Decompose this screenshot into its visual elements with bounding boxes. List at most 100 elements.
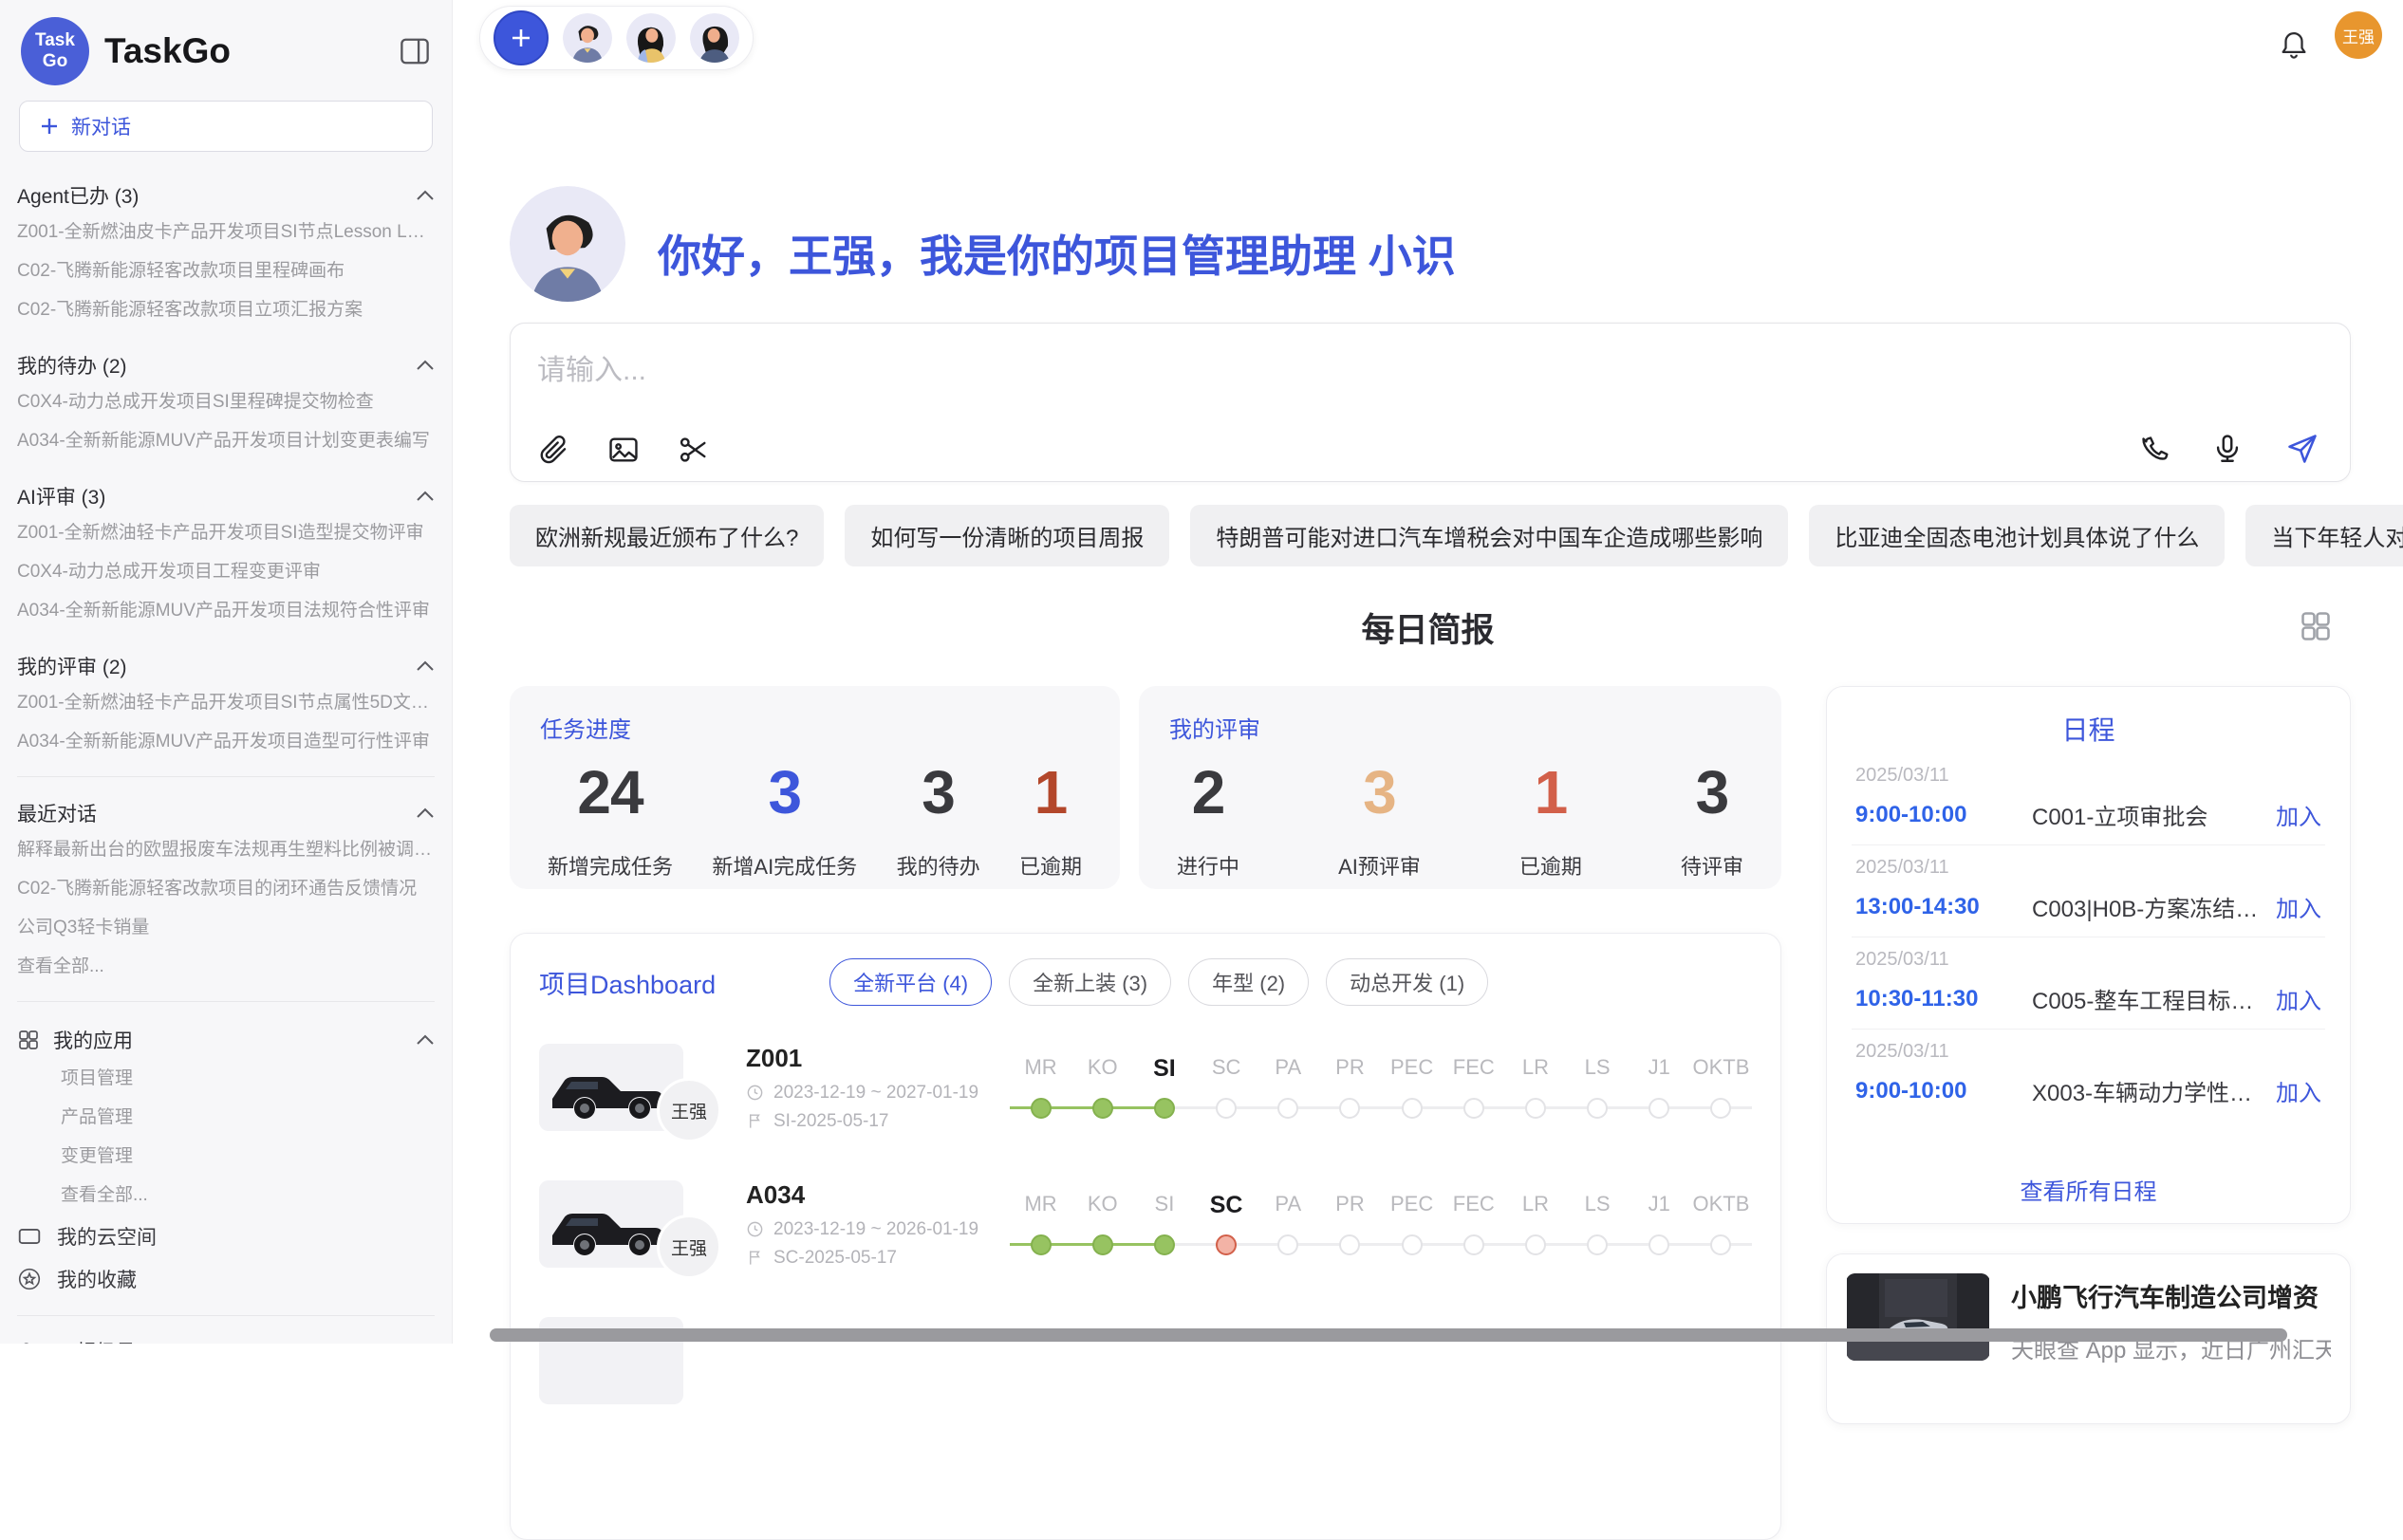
plus-icon — [39, 116, 60, 137]
app-title: TaskGo — [104, 31, 383, 71]
divider — [17, 1001, 435, 1002]
sidebar-item[interactable]: C0X4-动力总成开发项目SI里程碑提交物检查 — [17, 382, 435, 421]
ai-super-staff-label: AI超级员工 — [57, 1337, 156, 1345]
stat-label: 待评审 — [1681, 850, 1743, 881]
view-all-schedule-link[interactable]: 查看所有日程 — [1852, 1163, 2325, 1212]
schedule-row: 13:00-14:30C003|H0B-方案冻结评审加入 — [1855, 890, 2321, 923]
sidebar-section-header-recent[interactable]: 最近对话 — [17, 796, 435, 830]
view-all-apps-link[interactable]: 查看全部... — [17, 1176, 435, 1215]
dashboard-filters: 全新平台 (4) 全新上装 (3) 年型 (2) 动总开发 (1) — [829, 958, 1488, 1006]
suggestion-chip[interactable]: 欧洲新规最近颁布了什么? — [510, 505, 824, 566]
sidebar-item[interactable]: C02-飞腾新能源轻客改款项目里程碑画布 — [17, 251, 435, 290]
milestone-dot — [1649, 1098, 1669, 1119]
attachment-icon[interactable] — [537, 434, 569, 466]
agent-avatar-1[interactable] — [563, 13, 612, 63]
horizontal-scrollbar[interactable] — [490, 1328, 2287, 1342]
sidebar-section-label: Agent已办 (3) — [17, 181, 139, 210]
sidebar-item-favorites[interactable]: 我的收藏 — [17, 1257, 435, 1300]
chevron-up-icon[interactable] — [416, 1034, 435, 1046]
chevron-up-icon[interactable] — [416, 491, 435, 502]
milestone-dot-column — [1071, 1233, 1133, 1257]
project-milestone-note: SC-2025-05-17 — [773, 1248, 897, 1269]
join-meeting-link[interactable]: 加入 — [2276, 890, 2321, 923]
milestone-dot-column — [1133, 1233, 1195, 1257]
dashboard-filter-chip[interactable]: 年型 (2) — [1188, 958, 1309, 1006]
sidebar-item[interactable]: A034-全新新能源MUV产品开发项目造型可行性评审 — [17, 722, 435, 761]
milestone-dot-column — [1010, 1096, 1071, 1121]
sidebar-item[interactable]: A034-全新新能源MUV产品开发项目法规符合性评审 — [17, 591, 435, 630]
notification-bell-icon[interactable] — [2278, 27, 2310, 59]
sidebar-section-header-apps[interactable]: 我的应用 — [17, 1021, 435, 1059]
project-row[interactable]: 王强 Z001 2023-12-19 ~ 2027-01-19 SI-2025-… — [539, 1032, 1752, 1142]
message-input[interactable] — [535, 344, 1393, 405]
app-item[interactable]: 变更管理 — [17, 1137, 435, 1176]
milestone-dot — [1710, 1098, 1731, 1119]
new-chat-button[interactable]: 新对话 — [19, 101, 433, 152]
milestone-label: FEC — [1443, 1055, 1504, 1083]
project-row[interactable]: 王强 A034 2023-12-19 ~ 2026-01-19 SC-2025-… — [539, 1169, 1752, 1279]
sidebar-toggle-icon[interactable] — [399, 37, 431, 65]
stat: 1已逾期 — [1019, 757, 1082, 881]
add-agent-button[interactable] — [494, 10, 549, 65]
dashboard-filter-chip[interactable]: 全新平台 (4) — [829, 958, 992, 1006]
suggestion-chip[interactable]: 特朗普可能对进口汽车增税会对中国车企造成哪些影响 — [1190, 505, 1788, 566]
sidebar-item[interactable]: C0X4-动力总成开发项目工程变更评审 — [17, 552, 435, 591]
divider — [17, 776, 435, 777]
my-reviews-card: 我的评审 2进行中3AI预评审1已逾期3待评审 — [1139, 686, 1781, 889]
join-meeting-link[interactable]: 加入 — [2276, 982, 2321, 1015]
sidebar-section-header[interactable]: Agent已办 (3) — [17, 178, 435, 213]
sidebar-item[interactable]: Z001-全新燃油轻卡产品开发项目SI节点属性5D文件评审 — [17, 683, 435, 722]
sidebar-item[interactable]: Z001-全新燃油皮卡产品开发项目SI节点Lesson Learn报告 — [17, 213, 435, 251]
chevron-up-icon[interactable] — [416, 190, 435, 201]
chevron-up-icon[interactable] — [416, 807, 435, 819]
screenshot-scissors-icon[interactable] — [678, 434, 710, 466]
milestone-label: PA — [1257, 1192, 1319, 1219]
sidebar-item[interactable]: C02-飞腾新能源轻客改款项目立项汇报方案 — [17, 290, 435, 329]
sidebar-item-cloud-space[interactable]: 我的云空间 — [17, 1215, 435, 1257]
project-row[interactable] — [539, 1306, 1752, 1416]
sidebar-section-header[interactable]: 我的待办 (2) — [17, 348, 435, 382]
people-icon — [17, 1339, 42, 1345]
layout-grid-icon[interactable] — [2299, 609, 2333, 643]
sidebar-section-header[interactable]: AI评审 (3) — [17, 479, 435, 513]
milestone-label: OKTB — [1690, 1055, 1752, 1083]
schedule-row: 10:30-11:30C005-整车工程目标评审加入 — [1855, 982, 2321, 1015]
sidebar-item-ai-super-staff[interactable]: AI超级员工 — [17, 1329, 435, 1344]
agent-avatar-3[interactable] — [690, 13, 739, 63]
join-meeting-link[interactable]: 加入 — [2276, 798, 2321, 831]
suggestion-chip[interactable]: 比亚迪全固态电池计划具体说了什么 — [1809, 505, 2225, 566]
milestone-dot — [1649, 1234, 1669, 1255]
send-icon[interactable] — [2285, 432, 2319, 466]
chevron-up-icon[interactable] — [416, 660, 435, 672]
project-dates: 2023-12-19 ~ 2026-01-19 — [773, 1219, 978, 1240]
user-avatar[interactable]: 王强 — [2335, 11, 2382, 59]
milestone-dot — [1277, 1234, 1298, 1255]
microphone-icon[interactable] — [2211, 433, 2244, 465]
dashboard-filter-chip[interactable]: 动总开发 (1) — [1326, 958, 1488, 1006]
join-meeting-link[interactable]: 加入 — [2276, 1074, 2321, 1107]
view-all-recent-link[interactable]: 查看全部... — [17, 947, 435, 986]
new-chat-label: 新对话 — [71, 112, 131, 140]
schedule-item: 2025/03/119:00-10:00C001-立项审批会加入 — [1852, 753, 2325, 845]
app-item[interactable]: 产品管理 — [17, 1098, 435, 1137]
dashboard-filter-chip[interactable]: 全新上装 (3) — [1009, 958, 1171, 1006]
suggestion-chip[interactable]: 当下年轻人对汽车外观有怎样的喜好趋势 — [2245, 505, 2403, 566]
milestone-dots — [1010, 1233, 1752, 1257]
image-upload-icon[interactable] — [607, 434, 640, 466]
agent-avatar-2[interactable] — [626, 13, 676, 63]
chevron-up-icon[interactable] — [416, 360, 435, 371]
recent-chat-item[interactable]: 解释最新出台的欧盟报废车法规再生塑料比例被调至15%... — [17, 830, 435, 869]
voice-call-icon[interactable] — [2137, 433, 2170, 465]
sidebar-item[interactable]: A034-全新新能源MUV产品开发项目计划变更表编写 — [17, 421, 435, 460]
schedule-time: 10:30-11:30 — [1855, 986, 2032, 1012]
stat: 3新增AI完成任务 — [712, 757, 857, 881]
sidebar-item[interactable]: Z001-全新燃油轻卡产品开发项目SI造型提交物评审 — [17, 513, 435, 552]
app-item[interactable]: 项目管理 — [17, 1059, 435, 1098]
recent-chat-item[interactable]: C02-飞腾新能源轻客改款项目的闭环通告反馈情况 — [17, 869, 435, 908]
sidebar-section-header[interactable]: 我的评审 (2) — [17, 649, 435, 683]
suggestion-chip[interactable]: 如何写一份清晰的项目周报 — [845, 505, 1169, 566]
schedule-row: 9:00-10:00X003-车辆动力学性能验...加入 — [1855, 1074, 2321, 1107]
recent-chat-item[interactable]: 公司Q3轻卡销量 — [17, 908, 435, 947]
daily-brief-title: 每日简报 — [510, 603, 2346, 652]
my-apps-label: 我的应用 — [53, 1026, 402, 1054]
